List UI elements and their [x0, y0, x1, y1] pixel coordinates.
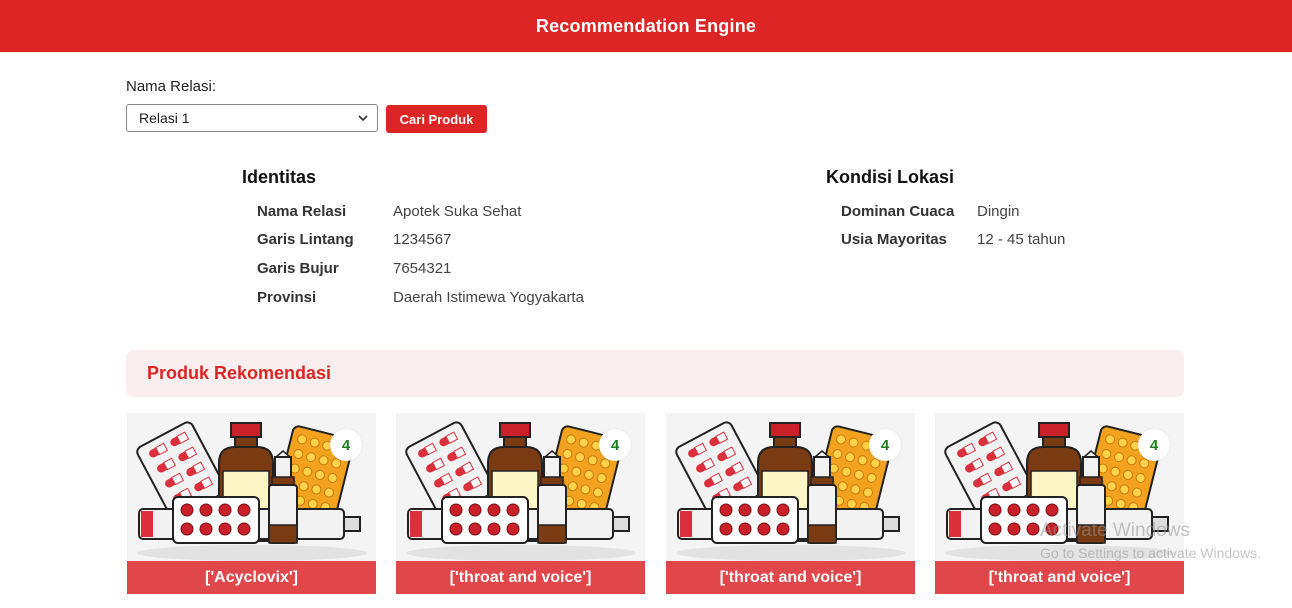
relasi-select[interactable]: Relasi 1: [126, 104, 378, 132]
app-header: Recommendation Engine: [0, 0, 1292, 52]
identitas-row: Garis Lintang 1234567: [257, 226, 584, 255]
identitas-value: Apotek Suka Sehat: [393, 202, 522, 220]
product-name: ['Acyclovix']: [127, 561, 376, 594]
score-badge: 4: [869, 429, 901, 461]
app-title: Recommendation Engine: [535, 15, 757, 36]
product-card[interactable]: 4 ['throat and voice']: [666, 413, 915, 594]
watermark-line1: Activate Windows: [1040, 520, 1190, 541]
score-badge: 4: [330, 429, 362, 461]
identitas-row: Provinsi Daerah Istimewa Yogyakarta: [257, 283, 584, 312]
score-badge: 4: [1138, 429, 1170, 461]
lokasi-value: Dingin: [977, 202, 1020, 220]
product-card[interactable]: 4 ['Acyclovix']: [127, 413, 376, 594]
score-badge: 4: [599, 429, 631, 461]
identitas-value: 7654321: [393, 259, 452, 277]
lokasi-table: Dominan Cuaca Dingin Usia Mayoritas 12 -…: [841, 197, 1065, 254]
identitas-row: Garis Bujur 7654321: [257, 254, 584, 283]
watermark-line2: Go to Settings to activate Windows.: [1040, 545, 1261, 561]
identitas-key: Nama Relasi: [257, 202, 347, 220]
chevron-down-icon: [358, 115, 368, 122]
lokasi-row: Dominan Cuaca Dingin: [841, 197, 1065, 226]
product-name: ['throat and voice']: [666, 561, 915, 594]
produk-rekomendasi-title: Produk Rekomendasi: [147, 363, 332, 383]
cari-produk-button[interactable]: Cari Produk: [386, 105, 487, 133]
product-card[interactable]: 4 ['throat and voice']: [396, 413, 645, 594]
identitas-key: Garis Lintang: [257, 231, 354, 249]
lokasi-key: Usia Mayoritas: [841, 231, 947, 249]
identitas-value: Daerah Istimewa Yogyakarta: [393, 288, 584, 306]
product-name: ['throat and voice']: [935, 561, 1184, 594]
identitas-key: Provinsi: [257, 288, 317, 306]
identitas-key: Garis Bujur: [257, 259, 339, 277]
activate-windows-watermark: Activate Windows Go to Settings to activ…: [1040, 520, 1261, 561]
kondisi-lokasi-title: Kondisi Lokasi: [826, 167, 955, 187]
identitas-row: Nama Relasi Apotek Suka Sehat: [257, 197, 584, 226]
relasi-label: Nama Relasi:: [126, 78, 217, 95]
identitas-table: Nama Relasi Apotek Suka Sehat Garis Lint…: [257, 197, 584, 311]
produk-rekomendasi-bar: Produk Rekomendasi: [126, 350, 1184, 397]
identitas-value: 1234567: [393, 231, 452, 249]
relasi-select-value: Relasi 1: [139, 110, 190, 126]
product-name: ['throat and voice']: [396, 561, 645, 594]
identitas-title: Identitas: [242, 167, 317, 187]
lokasi-key: Dominan Cuaca: [841, 202, 955, 220]
lokasi-row: Usia Mayoritas 12 - 45 tahun: [841, 226, 1065, 255]
lokasi-value: 12 - 45 tahun: [977, 231, 1066, 249]
product-card[interactable]: 4 ['throat and voice']: [935, 413, 1184, 594]
